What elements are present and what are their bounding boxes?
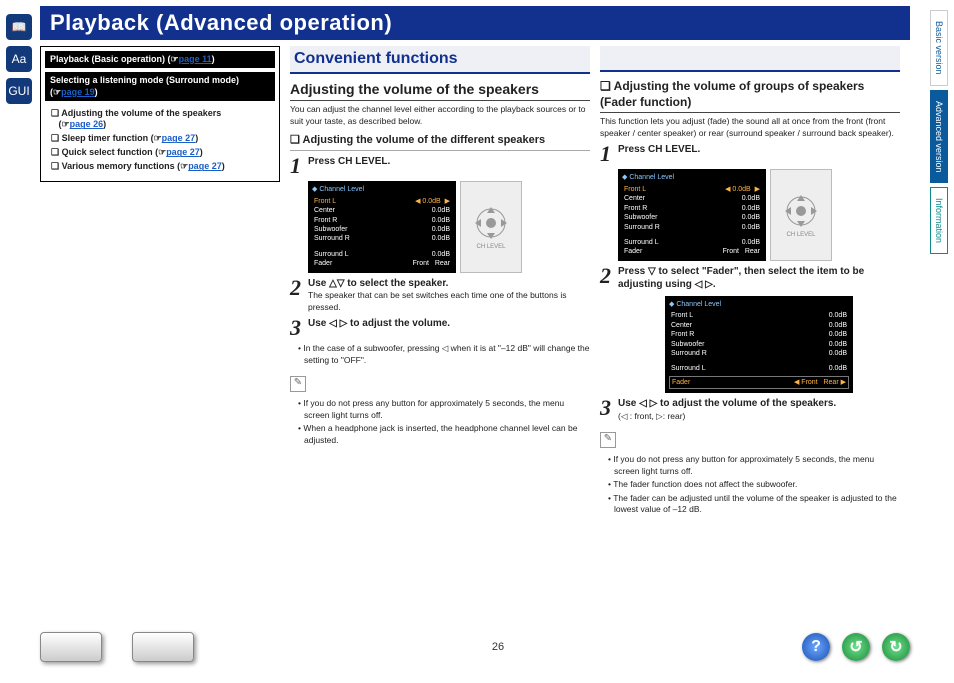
help-button[interactable]: ? <box>802 633 830 661</box>
heading-adjust-volume: Adjusting the volume of the speakers <box>290 80 590 102</box>
content-col-2: ❏ Adjusting the volume of groups of spea… <box>600 46 900 520</box>
step-3: 3 Use ◁ ▷ to adjust the volume. <box>290 317 590 339</box>
page-title: Playback (Advanced operation) <box>40 6 910 40</box>
footer: 26 ? ↺ ↻ <box>40 625 910 669</box>
step-2: 2 Use △▽ to select the speaker.The speak… <box>290 277 590 313</box>
osd-screenshot: ◆ Channel Level Front L◀ 0.0dB ▶ Center0… <box>618 169 766 261</box>
device-icon-1[interactable] <box>40 632 102 662</box>
notes: • If you do not press any button for app… <box>606 454 900 515</box>
nav-item[interactable]: ❏ Adjusting the volume of the speakers (… <box>51 108 273 130</box>
subheading-different-speakers: ❏ Adjusting the volume of the different … <box>290 133 590 151</box>
right-tabs: Basic version Advanced version Informati… <box>928 10 950 258</box>
step-1: 1 Press CH LEVEL. <box>600 143 900 165</box>
toc-column: Playback (Basic operation) (☞page 11) Se… <box>40 46 280 520</box>
page-number: 26 <box>194 641 802 653</box>
pencil-icon: ✎ <box>600 432 616 448</box>
step-3: 3 Use ◁ ▷ to adjust the volume of the sp… <box>600 397 900 422</box>
osd-screenshot: ◆ Channel Level Front L◀ 0.0dB ▶ Center0… <box>308 181 456 273</box>
step-2: 2 Press ▽ to select "Fader", then select… <box>600 265 900 292</box>
remote-illustration: CH LEVEL <box>770 169 832 261</box>
notes: • If you do not press any button for app… <box>296 398 590 446</box>
device-icon-2[interactable] <box>132 632 194 662</box>
forward-button[interactable]: ↻ <box>882 633 910 661</box>
intro-text: This function lets you adjust (fade) the… <box>600 116 900 139</box>
gui-icon[interactable]: GUI <box>6 78 32 104</box>
nav-item[interactable]: ❏ Sleep timer function (☞page 27) <box>51 133 273 144</box>
tab-advanced[interactable]: Advanced version <box>930 90 948 184</box>
font-icon[interactable]: Aa <box>6 46 32 72</box>
section-header: Convenient functions <box>290 46 590 74</box>
tab-basic[interactable]: Basic version <box>930 10 948 86</box>
left-sidebar: 📖 Aa GUI <box>0 0 38 683</box>
remote-illustration: CH LEVEL <box>460 181 522 273</box>
pencil-icon: ✎ <box>290 376 306 392</box>
heading-fader: ❏ Adjusting the volume of groups of spea… <box>600 78 900 113</box>
nav-surround-mode[interactable]: Selecting a listening mode (Surround mod… <box>45 72 275 101</box>
nav-sublist: ❏ Adjusting the volume of the speakers (… <box>45 101 275 177</box>
page-body: Playback (Advanced operation) Playback (… <box>40 6 910 646</box>
back-button[interactable]: ↺ <box>842 633 870 661</box>
bullets: • In the case of a subwoofer, pressing ◁… <box>296 343 590 366</box>
nav-item[interactable]: ❏ Quick select function (☞page 27) <box>51 147 273 158</box>
tab-information[interactable]: Information <box>930 187 948 254</box>
book-icon[interactable]: 📖 <box>6 14 32 40</box>
nav-playback-basic[interactable]: Playback (Basic operation) (☞page 11) <box>45 51 275 68</box>
intro-text: You can adjust the channel level either … <box>290 104 590 127</box>
osd-screenshot-2: ◆ Channel Level Front L0.0dB Center0.0dB… <box>665 296 853 394</box>
content-col-1: Convenient functions Adjusting the volum… <box>290 46 590 520</box>
step-1: 1 Press CH LEVEL. <box>290 155 590 177</box>
nav-item[interactable]: ❏ Various memory functions (☞page 27) <box>51 161 273 172</box>
